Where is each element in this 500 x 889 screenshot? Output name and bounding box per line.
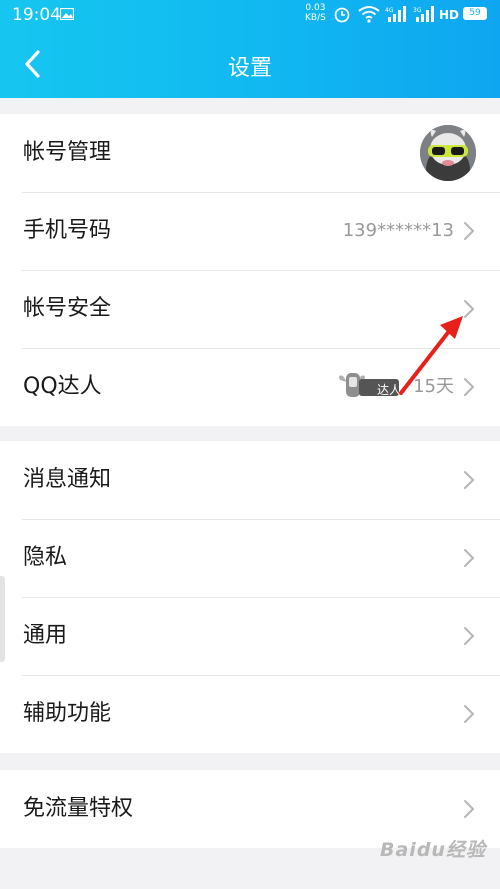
row-label: 手机号码: [23, 218, 112, 243]
network-speed-unit: KB/S: [305, 13, 326, 23]
battery-indicator: 59: [463, 7, 487, 20]
settings-row-qq-daren[interactable]: QQ达人 达人 15天: [0, 348, 500, 426]
chevron-right-icon: [464, 705, 475, 723]
chevron-right-icon: [464, 800, 475, 818]
settings-row-notifications[interactable]: 消息通知: [0, 441, 500, 519]
row-label: 消息通知: [23, 467, 112, 492]
svg-text:4G: 4G: [385, 7, 394, 14]
chevron-right-icon: [464, 300, 475, 318]
row-label: 辅助功能: [23, 701, 112, 726]
image-notification-icon: [60, 8, 74, 20]
nav-bar: 设置: [0, 32, 500, 96]
chevron-right-icon: [464, 471, 475, 489]
chevron-right-icon: [464, 627, 475, 645]
network-speed: 0.03 KB/S: [305, 3, 326, 23]
settings-row-accessibility[interactable]: 辅助功能: [0, 675, 500, 753]
wifi-icon: [358, 6, 380, 23]
settings-row-phone-number[interactable]: 手机号码 139******13: [0, 192, 500, 270]
row-label: 帐号管理: [23, 140, 112, 165]
daren-days-value: 15天: [413, 376, 454, 397]
row-label: 免流量特权: [23, 796, 134, 821]
svg-text:3G: 3G: [413, 7, 422, 14]
hd-icon: HD: [439, 8, 459, 22]
svg-text:HD: HD: [439, 8, 459, 22]
row-label: 隐私: [23, 545, 68, 570]
watermark: Baidu经验: [380, 839, 486, 861]
chevron-right-icon: [464, 549, 475, 567]
phone-number-value: 139******13: [342, 220, 454, 241]
signal-3g-icon: 3G: [413, 6, 434, 22]
settings-group-general: 消息通知 隐私 通用 辅助功能: [0, 441, 500, 753]
chevron-right-icon: [464, 378, 475, 396]
chevron-right-icon: [464, 222, 475, 240]
settings-row-privacy[interactable]: 隐私: [0, 519, 500, 597]
status-time: 19:04: [12, 5, 61, 25]
settings-row-account-management[interactable]: 帐号管理: [0, 114, 500, 192]
settings-row-account-security[interactable]: 帐号安全: [0, 270, 500, 348]
alarm-icon: [334, 7, 350, 23]
avatar-image: [420, 125, 476, 181]
row-label: 通用: [23, 623, 68, 648]
page-title: 设置: [227, 56, 272, 81]
settings-row-general[interactable]: 通用: [0, 597, 500, 675]
settings-group-account: 帐号管理 手机号码 139******13 帐号安全 QQ达人 达人 15天: [0, 114, 500, 426]
signal-4g-icon: 4G: [385, 6, 406, 22]
network-speed-value: 0.03: [305, 3, 326, 13]
avatar: [420, 125, 476, 181]
app-header: 19:04 0.03 KB/S 4G 3G HD 59 设置: [0, 0, 500, 98]
row-label: QQ达人: [23, 374, 102, 399]
status-bar: 19:04 0.03 KB/S 4G 3G HD 59: [0, 0, 500, 30]
row-label: 帐号安全: [23, 296, 112, 321]
edge-handle[interactable]: [0, 576, 5, 662]
daren-badge-label: 达人: [377, 383, 402, 397]
